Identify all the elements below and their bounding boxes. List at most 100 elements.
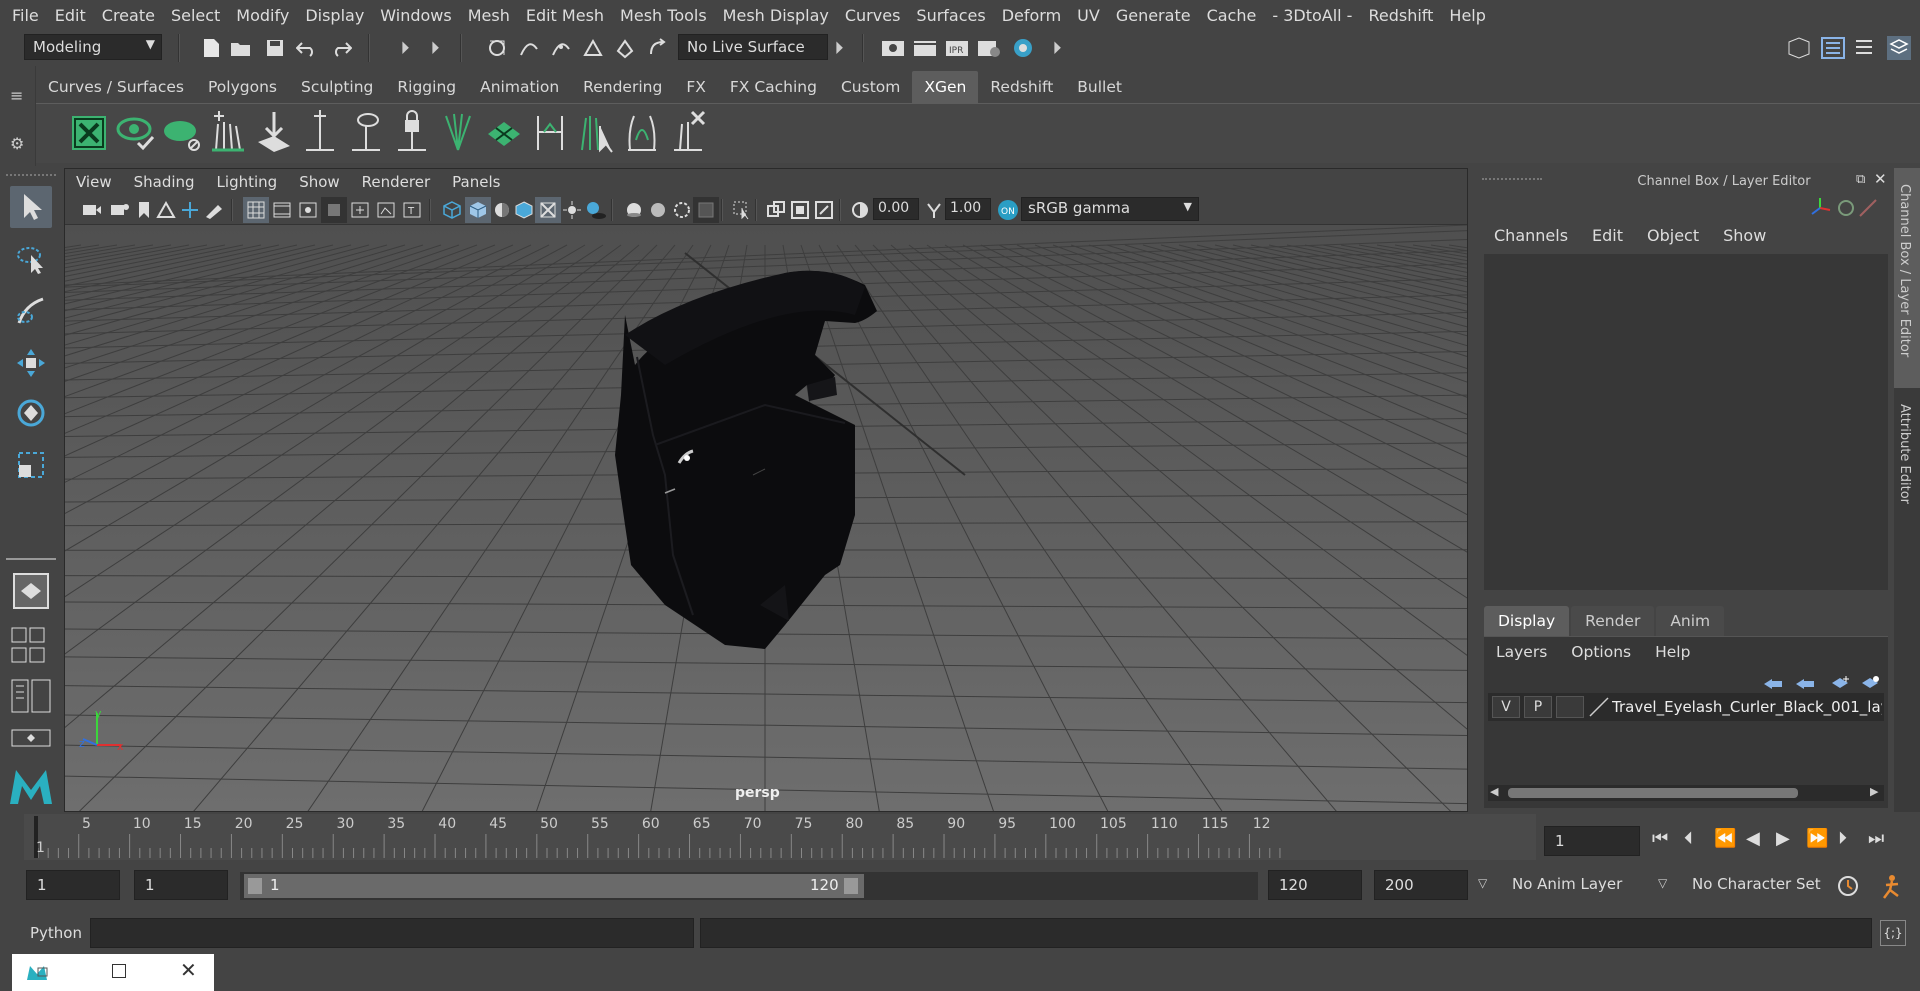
gear-icon[interactable]: ⚙	[10, 134, 24, 153]
layer-display-type-toggle[interactable]	[1556, 696, 1584, 718]
menu-item[interactable]: Generate	[1108, 6, 1199, 25]
color-space-dropdown[interactable]: sRGB gamma ▼	[1021, 197, 1199, 221]
layout-toggle-icon[interactable]	[10, 728, 54, 748]
collapse-arrow-icon[interactable]: ⏵	[1044, 35, 1070, 61]
collapse-arrow-icon[interactable]: ⏵	[422, 35, 448, 61]
lock-guide-icon[interactable]	[392, 110, 432, 154]
scale-tool[interactable]	[10, 444, 52, 486]
scene-end-field[interactable]: 200	[1374, 870, 1468, 900]
exposure-icon[interactable]	[847, 197, 873, 223]
layer-visibility-toggle[interactable]: V	[1492, 696, 1520, 718]
range-slider-handle[interactable]: 1 120	[244, 874, 864, 898]
redo-icon[interactable]	[328, 35, 354, 61]
make-live-icon[interactable]	[644, 35, 670, 61]
menu-item[interactable]: Mesh	[460, 6, 518, 25]
channel-box-menu-item[interactable]: Object	[1635, 226, 1711, 245]
menu-item[interactable]: Edit Mesh	[518, 6, 612, 25]
collapse-arrow-icon[interactable]: ⏵	[826, 35, 852, 61]
layer-editor-tab[interactable]: Display	[1484, 606, 1570, 636]
menu-item[interactable]: UV	[1069, 6, 1108, 25]
viewport-menu-item[interactable]: View	[65, 173, 123, 191]
chevron-down-icon[interactable]: ▽	[1658, 876, 1667, 890]
shelf-tab[interactable]: XGen	[912, 71, 979, 103]
exposure-field[interactable]: 0.00	[873, 198, 919, 220]
scene-start-field[interactable]: 1	[26, 870, 120, 900]
snap-view-plane-icon[interactable]	[580, 35, 606, 61]
shelf-tab[interactable]: Bullet	[1065, 71, 1134, 103]
resolution-gate-icon[interactable]	[295, 197, 321, 223]
current-frame-field[interactable]: 1	[1544, 826, 1640, 856]
collapse-arrow-icon[interactable]: ⏵	[392, 35, 418, 61]
new-scene-icon[interactable]	[198, 35, 224, 61]
maya-window-icon[interactable]	[26, 964, 48, 986]
field-chart-icon[interactable]	[347, 197, 373, 223]
safe-title-icon[interactable]: T	[399, 197, 425, 223]
guide-bend-icon[interactable]	[622, 110, 662, 154]
layer-editor-tab[interactable]: Anim	[1656, 606, 1725, 636]
paint-select-tool[interactable]	[10, 290, 52, 332]
menu-item[interactable]: Cache	[1199, 6, 1265, 25]
shelf-tab[interactable]: Sculpting	[289, 71, 385, 103]
viewport-menu-item[interactable]: Renderer	[351, 173, 441, 191]
viewport-menu-item[interactable]: Show	[288, 173, 350, 191]
time-slider[interactable]: 1 5 10 15 20 25 30 35 40 45 50 55 60 65 70 75 80 85 90 95 10…	[24, 814, 1536, 860]
guide-grid-icon[interactable]	[484, 110, 524, 154]
motion-blur-icon[interactable]	[645, 197, 671, 223]
grid-toggle-icon[interactable]	[243, 197, 269, 223]
shelf-tab[interactable]: Animation	[468, 71, 571, 103]
menu-item[interactable]: Deform	[994, 6, 1069, 25]
outliner-layout-icon[interactable]	[10, 678, 54, 714]
menu-item[interactable]: Modify	[228, 6, 297, 25]
live-surface-field[interactable]: No Live Surface	[678, 34, 828, 60]
grease-pencil-icon[interactable]	[201, 197, 227, 223]
viewport-menu-item[interactable]: Panels	[441, 173, 511, 191]
layer-row[interactable]: V P Travel_Eyelash_Curler_Black_001_laye…	[1488, 693, 1884, 721]
viewport-menu-item[interactable]: Shading	[123, 173, 206, 191]
move-tool[interactable]	[10, 342, 52, 384]
xgen-preview-icon[interactable]	[116, 114, 156, 152]
menu-item[interactable]: File	[0, 6, 47, 25]
step-back-key-icon[interactable]: ⏪	[1714, 828, 1736, 849]
camera-select-icon[interactable]	[79, 197, 105, 223]
single-pane-layout-icon[interactable]	[10, 570, 52, 612]
menu-item[interactable]: Edit	[47, 6, 94, 25]
auto-key-icon[interactable]	[1878, 872, 1906, 904]
snap-curve-icon[interactable]	[516, 35, 542, 61]
shadows-icon[interactable]	[583, 197, 609, 223]
snap-live-icon[interactable]	[612, 35, 638, 61]
channel-box-menu-item[interactable]: Edit	[1580, 226, 1635, 245]
gate-mask-icon[interactable]	[321, 197, 347, 223]
frame-selection-icon[interactable]	[811, 197, 837, 223]
xray-icon[interactable]	[535, 197, 561, 223]
sculpt-guide-icon[interactable]	[254, 110, 294, 154]
menu-item[interactable]: Display	[297, 6, 372, 25]
xgen-clear-preview-icon[interactable]	[162, 114, 202, 152]
image-plane-icon[interactable]	[153, 197, 179, 223]
select-tool[interactable]	[10, 186, 52, 228]
gamma-field[interactable]: 1.00	[945, 198, 991, 220]
select-guide-icon[interactable]	[346, 110, 386, 154]
float-panel-icon[interactable]: ⧉	[1856, 172, 1865, 187]
wireframe-icon[interactable]	[439, 197, 465, 223]
camera-attributes-icon[interactable]	[107, 197, 133, 223]
add-guide-plus-icon[interactable]	[300, 110, 340, 154]
hypershade-icon[interactable]	[1010, 35, 1036, 61]
new-layer-icon[interactable]	[1830, 675, 1852, 695]
playback-start-field[interactable]: 1	[134, 870, 228, 900]
shelf-tab[interactable]: Rigging	[385, 71, 468, 103]
smooth-shade-icon[interactable]	[465, 197, 491, 223]
menu-item[interactable]: - 3DtoAll -	[1264, 6, 1360, 25]
guide-select-tool-icon[interactable]	[576, 110, 616, 154]
shelf-tab[interactable]: Rendering	[571, 71, 674, 103]
render-settings-icon[interactable]	[976, 35, 1002, 61]
wireframe-on-shaded-icon[interactable]	[511, 197, 537, 223]
layer-scrollbar[interactable]: ◀ ▶	[1488, 785, 1884, 801]
add-guide-icon[interactable]	[208, 110, 248, 154]
layer-editor-tab[interactable]: Render	[1571, 606, 1655, 636]
shelf-tab[interactable]: Redshift	[978, 71, 1065, 103]
shelf-tab[interactable]: Polygons	[196, 71, 289, 103]
speed-icon[interactable]	[1836, 198, 1856, 222]
twod-pan-icon[interactable]	[177, 197, 203, 223]
open-scene-icon[interactable]	[228, 35, 254, 61]
menu-item[interactable]: Windows	[372, 6, 459, 25]
